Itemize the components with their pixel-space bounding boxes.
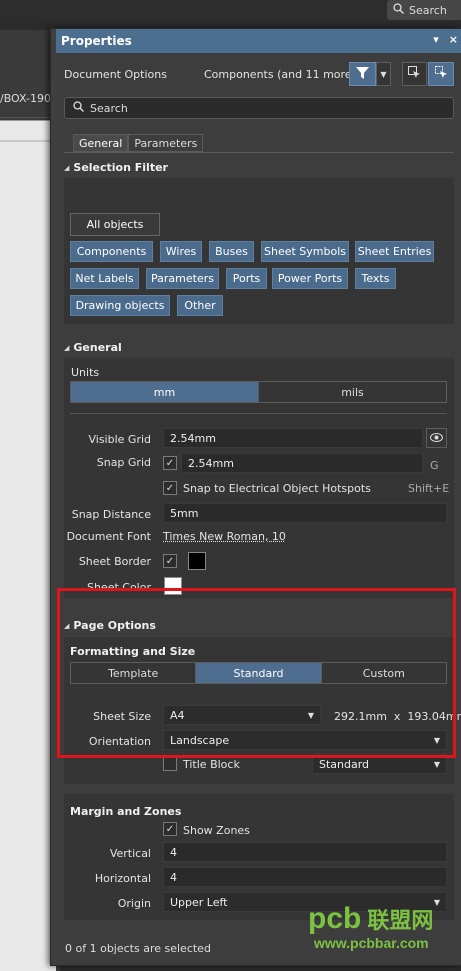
snap-grid-shortcut: G <box>430 459 439 472</box>
components-filter-label: Components (and 11 more) <box>204 68 356 81</box>
selection-filter-title: Selection Filter <box>73 161 168 174</box>
horizontal-zones-input[interactable]: 4 <box>163 867 447 887</box>
eye-icon <box>430 432 443 445</box>
select-cursor-button[interactable] <box>428 62 454 86</box>
filter-chip-buses[interactable]: Buses <box>209 241 254 262</box>
units-mm-option[interactable]: mm <box>71 382 259 402</box>
global-search-label: Search <box>409 4 447 17</box>
filter-chip-drawing-objects[interactable]: Drawing objects <box>70 295 170 316</box>
panel-menu-icon[interactable]: ▾ <box>433 33 439 46</box>
show-zones-checkbox[interactable]: ✓ <box>163 822 177 836</box>
origin-value: Upper Left <box>170 896 228 909</box>
select-mode-button[interactable] <box>402 62 427 86</box>
snap-grid-checkbox[interactable]: ✓ <box>163 456 177 470</box>
show-zones-label: Show Zones <box>183 824 250 837</box>
filter-chip-ports[interactable]: Ports <box>226 268 267 289</box>
sheet-border-label: Sheet Border <box>61 555 151 568</box>
panel-title-bar: Properties ▾ × <box>56 29 461 53</box>
snap-distance-label: Snap Distance <box>61 508 151 521</box>
properties-tabs: General Parameters <box>73 134 203 152</box>
watermark-cn: 联盟网 <box>367 903 433 935</box>
sheet-divider <box>0 140 56 142</box>
selection-filter-section: All objects Components Wires Buses Sheet… <box>64 178 454 324</box>
snap-hotspots-label: Snap to Electrical Object Hotspots <box>183 482 371 495</box>
filter-dropdown-button[interactable]: ▼ <box>376 62 391 86</box>
units-mils-option[interactable]: mils <box>259 382 446 402</box>
filter-button[interactable] <box>349 62 376 86</box>
all-objects-button[interactable]: All objects <box>70 213 160 236</box>
snap-hotspots-checkbox[interactable]: ✓ <box>163 481 177 495</box>
vertical-label: Vertical <box>61 847 151 860</box>
chevron-down-icon: ▼ <box>434 760 440 769</box>
global-search[interactable]: Search <box>387 0 461 20</box>
filter-chip-sheet-entries[interactable]: Sheet Entries <box>355 241 434 262</box>
horizontal-label: Horizontal <box>61 872 151 885</box>
filter-icon <box>356 67 369 82</box>
watermark-brand: pcb <box>308 902 361 936</box>
margin-zones-title: Margin and Zones <box>70 805 181 818</box>
tab-parameters[interactable]: Parameters <box>128 134 203 152</box>
properties-panel: Properties ▾ × Document Options Componen… <box>50 28 461 966</box>
snap-grid-input[interactable]: 2.54mm <box>181 453 423 473</box>
panel-title: Properties <box>61 34 132 48</box>
highlight-annotation-box <box>57 588 456 758</box>
title-block-label: Title Block <box>183 758 240 771</box>
document-tab[interactable]: /BOX-190 <box>0 92 51 105</box>
sheet-border-color-swatch[interactable] <box>188 552 206 570</box>
filter-chip-other[interactable]: Other <box>177 295 223 316</box>
filter-chip-wires[interactable]: Wires <box>160 241 202 262</box>
visible-grid-label: Visible Grid <box>61 433 151 446</box>
top-toolbar: Search <box>0 0 461 22</box>
search-placeholder: Search <box>90 102 128 115</box>
watermark-url: www.pcbbar.com <box>314 935 429 951</box>
general-header[interactable]: ◢ General <box>64 341 122 354</box>
collapse-triangle-icon: ◢ <box>64 344 69 352</box>
document-font-label: Document Font <box>61 530 151 543</box>
selection-filter-header[interactable]: ◢ Selection Filter <box>64 161 168 174</box>
filter-chip-sheet-symbols[interactable]: Sheet Symbols <box>261 241 349 262</box>
snap-distance-input[interactable]: 5mm <box>163 503 447 523</box>
origin-label: Origin <box>61 897 151 910</box>
tabs-divider <box>64 152 454 153</box>
filter-chip-parameters[interactable]: Parameters <box>146 268 219 289</box>
selection-status: 0 of 1 objects are selected <box>65 942 211 955</box>
search-icon <box>393 3 404 17</box>
filter-chip-texts[interactable]: Texts <box>355 268 396 289</box>
units-divider <box>70 413 447 414</box>
schematic-sheet[interactable] <box>0 120 56 971</box>
selection-icon <box>408 66 421 82</box>
units-label: Units <box>71 366 99 379</box>
document-options-label: Document Options <box>64 68 167 81</box>
title-block-value: Standard <box>319 758 369 771</box>
title-block-checkbox[interactable] <box>163 757 177 771</box>
snap-grid-label: Snap Grid <box>61 456 151 469</box>
filter-chip-components[interactable]: Components <box>70 241 153 262</box>
document-font-link[interactable]: Times New Roman, 10 <box>163 530 286 543</box>
tab-general[interactable]: General <box>73 134 128 152</box>
visible-grid-input[interactable]: 2.54mm <box>163 428 423 448</box>
general-title: General <box>73 341 121 354</box>
properties-search-input[interactable]: Search <box>64 97 454 119</box>
panel-body: Document Options Components (and 11 more… <box>56 53 461 965</box>
snap-hotspots-shortcut: Shift+E <box>408 482 449 495</box>
cursor-icon <box>435 66 448 82</box>
search-icon <box>73 101 84 115</box>
collapse-triangle-icon: ◢ <box>64 164 69 172</box>
general-section: Units mm mils Visible Grid 2.54mm Snap G… <box>64 358 454 598</box>
chevron-down-icon: ▼ <box>434 898 440 907</box>
units-toggle: mm mils <box>70 381 447 403</box>
close-icon[interactable]: × <box>449 33 458 46</box>
pcbbar-watermark: pcb 联盟网 <box>308 902 433 936</box>
visible-grid-toggle[interactable] <box>426 428 447 448</box>
filter-chip-power-ports[interactable]: Power Ports <box>272 268 348 289</box>
chevron-down-icon: ▼ <box>380 70 386 79</box>
sheet-border-checkbox[interactable]: ✓ <box>163 554 177 568</box>
filter-chip-net-labels[interactable]: Net Labels <box>70 268 139 289</box>
vertical-zones-input[interactable]: 4 <box>163 842 447 862</box>
